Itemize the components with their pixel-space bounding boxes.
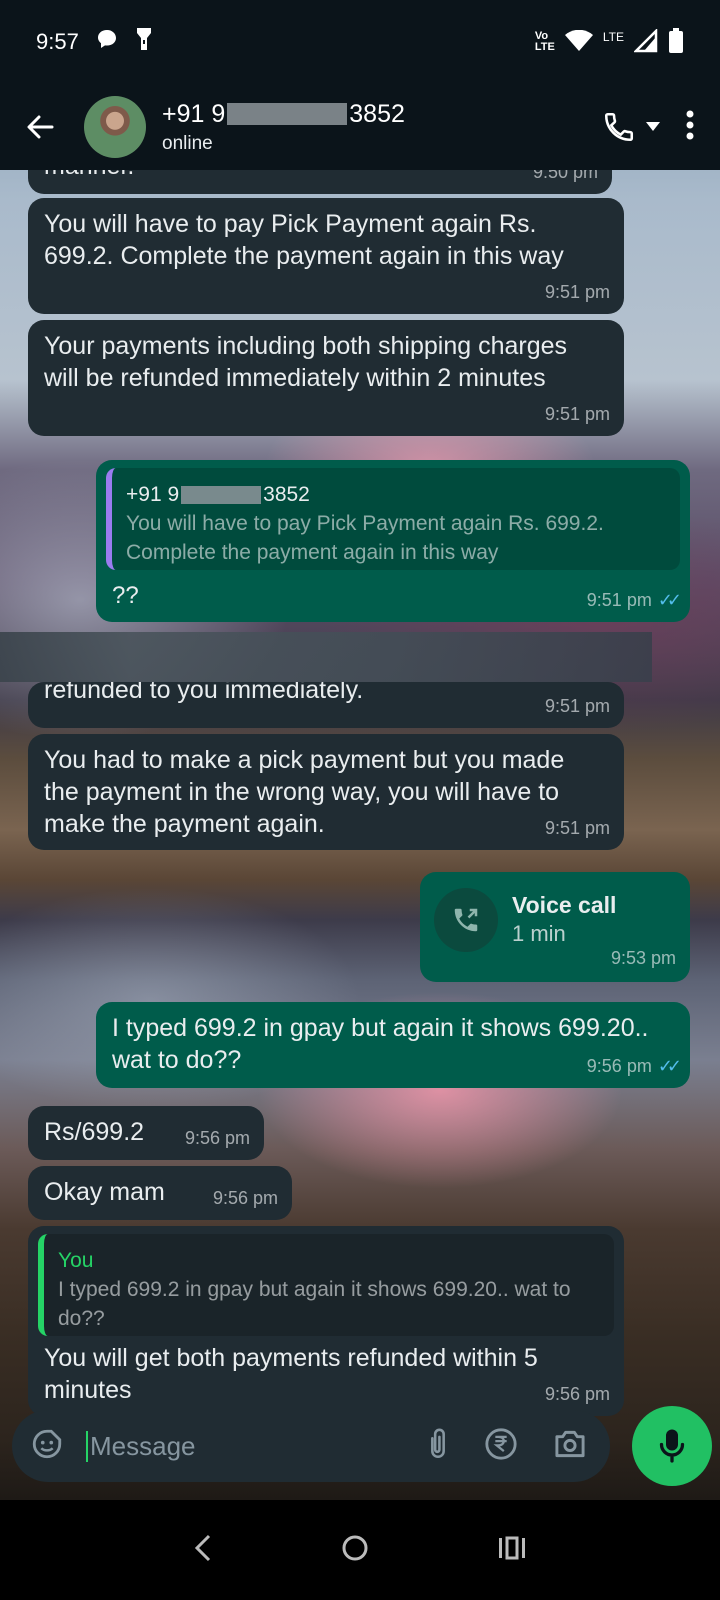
message-time: 9:51 pm	[544, 818, 610, 838]
kebab-menu-icon	[686, 110, 694, 139]
message-time: 9:56 pm	[184, 1128, 250, 1148]
message-input[interactable]	[86, 1430, 426, 1462]
message-outgoing[interactable]: I typed 699.2 in gpay but again it shows…	[96, 1002, 690, 1088]
battery-icon	[668, 27, 684, 57]
quote-text: You will have to pay Pick Payment again …	[126, 512, 604, 564]
quote-author: +91 9 3852	[126, 483, 310, 506]
back-button[interactable]	[18, 105, 62, 149]
outgoing-call-icon	[454, 908, 478, 932]
attach-button[interactable]	[426, 1427, 450, 1466]
message-time: 9:51 pm	[544, 696, 610, 716]
redacted-number	[181, 485, 262, 504]
message-time: 9:51 pm ✓✓	[587, 584, 682, 616]
voice-call-button[interactable]	[602, 110, 660, 144]
read-receipt-icon: ✓✓	[657, 1056, 682, 1076]
rupee-icon	[485, 1427, 517, 1460]
message-time: 9:56 pm	[212, 1188, 278, 1208]
message-time: 9:56 pm ✓✓	[587, 1050, 682, 1082]
contact-status: online	[162, 132, 213, 154]
message-outgoing[interactable]: +91 9 3852 You will have to pay Pick Paym…	[96, 460, 690, 622]
nav-home-button[interactable]	[340, 1533, 370, 1568]
read-receipt-icon: ✓✓	[657, 590, 682, 610]
nav-back-button[interactable]	[193, 1533, 213, 1568]
quoted-message[interactable]: You I typed 699.2 in gpay but again it s…	[38, 1234, 614, 1336]
contact-info[interactable]: +91 93852 online	[162, 100, 405, 155]
message-time: 9:56 pm	[544, 1384, 610, 1404]
voice-message-button[interactable]	[632, 1406, 712, 1486]
message-incoming[interactable]: You I typed 699.2 in gpay but again it s…	[28, 1226, 624, 1416]
message-incoming[interactable]: Your payments including both shipping ch…	[28, 320, 624, 436]
message-time: 9:51 pm	[544, 282, 610, 302]
camera-button[interactable]	[552, 1428, 588, 1465]
message-time: 9:51 pm	[544, 404, 610, 424]
nav-recents-button[interactable]	[497, 1535, 527, 1566]
chat-notification-icon	[95, 27, 119, 57]
message-text: You had to make a pick payment but you m…	[44, 746, 565, 838]
system-navigation-bar	[0, 1500, 720, 1600]
recents-icon	[498, 1536, 525, 1559]
payment-button[interactable]	[484, 1427, 518, 1466]
arrow-left-icon	[27, 115, 54, 139]
message-time: 9:53 pm	[610, 948, 676, 968]
message-text: Your payments including both shipping ch…	[44, 332, 568, 392]
caret-down-icon	[646, 122, 660, 131]
message-incoming[interactable]: You had to make a pick payment but you m…	[28, 734, 624, 850]
contact-name: +91 93852	[162, 99, 405, 128]
chevron-left-icon	[195, 1534, 211, 1561]
microphone-icon	[659, 1429, 685, 1463]
message-composer	[12, 1410, 610, 1482]
blurred-region	[0, 632, 652, 682]
chat-header-foreground: +91 9 3852 online	[0, 84, 720, 170]
message-incoming[interactable]: refunded to you immediately. 9:51 pm	[28, 682, 624, 728]
message-text: refunded to you immediately.	[44, 682, 364, 704]
call-duration: 1 min	[512, 921, 566, 946]
contact-avatar[interactable]	[84, 96, 146, 158]
flashlight-icon	[135, 26, 153, 58]
phone-icon	[604, 112, 634, 142]
message-incoming[interactable]: You will have to pay Pick Payment again …	[28, 198, 624, 314]
quote-author: You	[58, 1249, 94, 1272]
clock: 9:57	[36, 29, 79, 54]
call-icon-container	[434, 888, 498, 952]
quote-text: I typed 699.2 in gpay but again it shows…	[58, 1278, 571, 1330]
sticker-icon	[32, 1429, 62, 1458]
quoted-message[interactable]: +91 9 3852 You will have to pay Pick Paym…	[106, 468, 680, 570]
paperclip-icon	[431, 1428, 445, 1458]
redacted-number	[227, 103, 348, 125]
message-text: You will get both payments refunded with…	[44, 1344, 538, 1404]
message-incoming[interactable]: Rs/699.2 9:56 pm	[28, 1106, 264, 1160]
message-text: You will have to pay Pick Payment again …	[44, 210, 564, 270]
voice-call-message[interactable]: Voice call 1 min 9:53 pm	[420, 872, 690, 982]
emoji-sticker-button[interactable]	[30, 1427, 64, 1466]
message-incoming[interactable]: Okay mam 9:56 pm	[28, 1166, 292, 1220]
lte-label: LTE	[602, 30, 624, 44]
status-bar: 9:57 Vo LTE LTE	[0, 0, 720, 84]
signal-icon	[632, 27, 658, 56]
more-options-button[interactable]	[678, 110, 702, 145]
volte-sub-label: LTE	[534, 41, 555, 53]
camera-icon	[555, 1430, 585, 1457]
home-circle-icon	[342, 1535, 368, 1560]
wifi-icon	[564, 29, 593, 55]
call-title: Voice call	[512, 892, 617, 918]
